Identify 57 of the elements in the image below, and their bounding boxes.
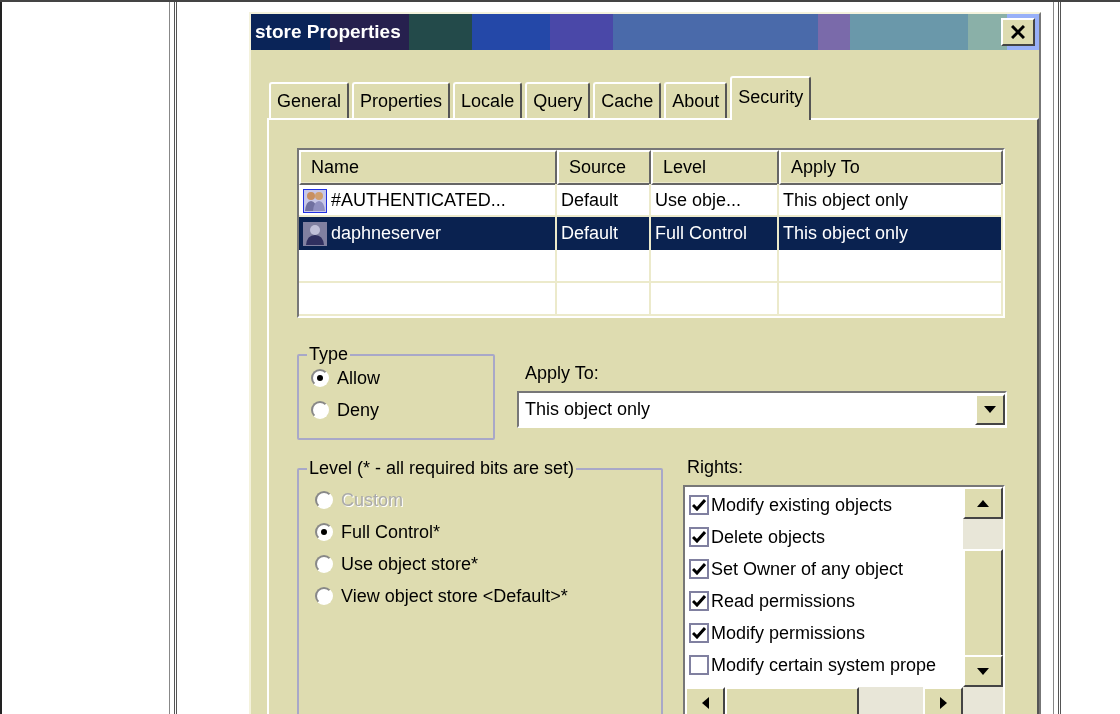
list-cell[interactable]: #AUTHENTICATED... xyxy=(331,187,506,214)
list-cell-text: This object only xyxy=(783,222,909,245)
tab[interactable]: Locale xyxy=(453,82,523,118)
field-label: Apply To: xyxy=(525,362,600,385)
tab[interactable]: Cache xyxy=(593,82,662,118)
field-label: Rights: xyxy=(687,456,745,479)
checkbox-option[interactable]: Set Owner of any object xyxy=(685,553,1003,585)
scroll-thumb[interactable] xyxy=(963,549,1003,657)
list-cell-text: Full Control xyxy=(655,222,748,245)
checkbox-option[interactable]: Modify certain system prope xyxy=(685,649,1003,681)
check-icon xyxy=(692,531,706,543)
group-label: Level (* - all required bits are set) xyxy=(307,458,577,478)
up-arrow-icon xyxy=(977,499,989,507)
vertical-scrollbar[interactable] xyxy=(963,487,1003,687)
column-header[interactable]: Name xyxy=(299,150,557,185)
window-title: store Properties xyxy=(255,19,401,44)
column-header[interactable]: Apply To xyxy=(779,150,1003,185)
radio-option[interactable]: Full Control* xyxy=(315,516,661,548)
list-cell-text: This object only xyxy=(783,189,909,212)
scroll-left-button[interactable] xyxy=(685,687,725,714)
left-arrow-icon xyxy=(701,697,709,709)
radio-option[interactable]: Deny xyxy=(311,394,493,426)
user-icon xyxy=(303,221,327,246)
group-label: Type xyxy=(307,344,351,364)
column-header[interactable]: Level xyxy=(651,150,779,185)
apply-to-dropdown[interactable]: This object only xyxy=(517,391,1007,428)
checkbox-option[interactable]: Delete objects xyxy=(685,521,1003,553)
scroll-down-button[interactable] xyxy=(963,655,1003,687)
checkbox-option[interactable]: Modify existing objects xyxy=(685,489,1003,521)
check-icon xyxy=(692,563,706,575)
check-icon xyxy=(692,627,706,639)
close-icon xyxy=(1011,25,1025,39)
list-cell-text: Default xyxy=(561,189,619,212)
radio-option[interactable]: Use object store* xyxy=(315,548,661,580)
radio-option[interactable]: View object store <Default>* xyxy=(315,580,661,612)
close-button[interactable] xyxy=(1001,18,1035,46)
check-icon xyxy=(692,499,706,511)
list-cell-text: Default xyxy=(561,222,619,245)
user-group-icon xyxy=(303,188,327,213)
checkbox-option[interactable]: Read permissions xyxy=(685,585,1003,617)
check-icon xyxy=(692,595,706,607)
scroll-thumb[interactable] xyxy=(725,687,859,714)
tab[interactable]: Query xyxy=(525,82,591,118)
scroll-up-button[interactable] xyxy=(963,487,1003,519)
list-cell-text: Use obje... xyxy=(655,189,742,212)
dropdown-arrow-icon xyxy=(984,405,996,414)
scroll-right-button[interactable] xyxy=(923,687,963,714)
tab[interactable]: General xyxy=(269,82,350,118)
tab[interactable]: Security xyxy=(730,76,812,120)
tab[interactable]: Properties xyxy=(352,82,451,118)
right-arrow-icon xyxy=(939,697,947,709)
tab[interactable]: About xyxy=(664,82,728,118)
checkbox-option[interactable]: Modify permissions xyxy=(685,617,1003,649)
down-arrow-icon xyxy=(977,667,989,675)
horizontal-scrollbar[interactable] xyxy=(685,687,1003,714)
radio-option: Custom xyxy=(315,484,661,516)
column-header[interactable]: Source xyxy=(557,150,651,185)
